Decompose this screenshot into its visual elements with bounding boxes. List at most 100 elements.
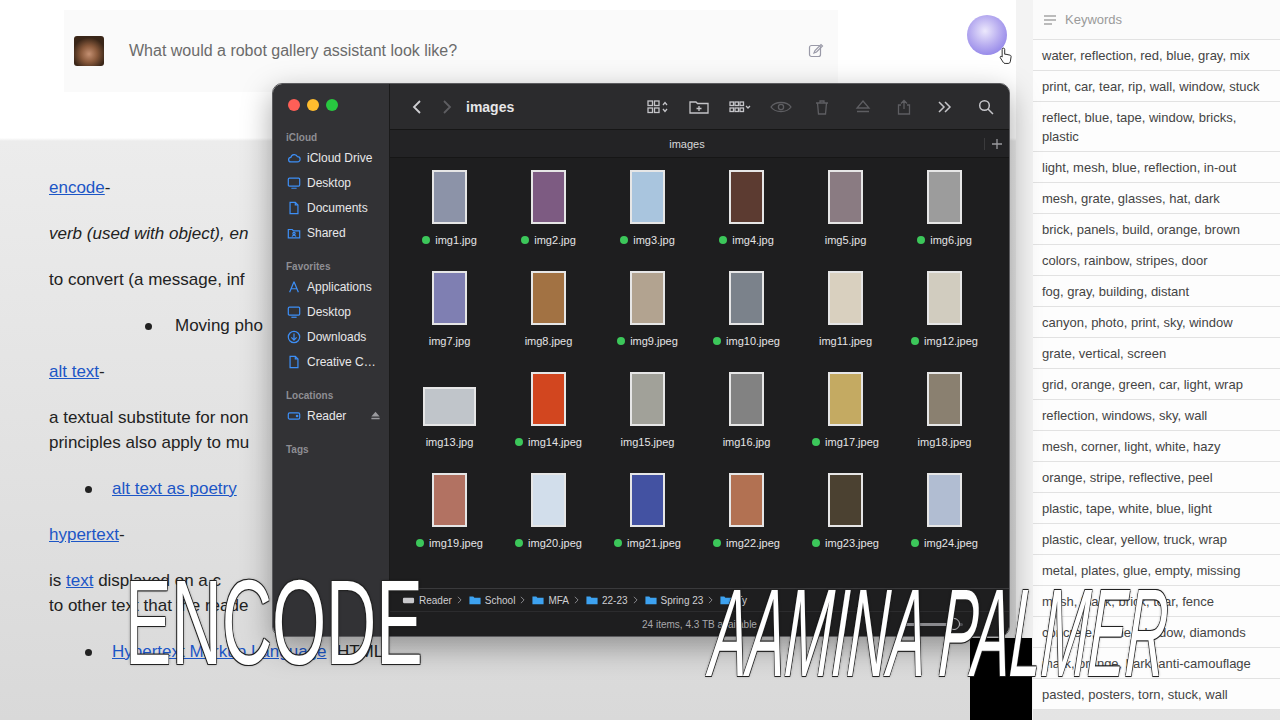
keyword-row[interactable]: light, mesh, blue, reflection, in-out (1033, 152, 1280, 183)
file-item[interactable]: img19.jpeg (400, 463, 499, 564)
file-item[interactable]: img7.jpg (400, 261, 499, 362)
file-name: img19.jpeg (429, 535, 483, 551)
photo-thumbnail (729, 170, 764, 224)
keyword-row[interactable]: plastic, clear, yellow, truck, wrap (1033, 524, 1280, 555)
folder-icon (645, 595, 657, 605)
forward-arrow-icon[interactable] (442, 99, 452, 115)
file-item[interactable]: img11.jpeg (796, 261, 895, 362)
zoom-button[interactable] (326, 99, 338, 111)
keyword-row[interactable]: mesh, grate, glasses, hat, dark (1033, 183, 1280, 214)
sidebar-item[interactable]: Documents (273, 195, 389, 220)
sidebar-item[interactable]: Shared (273, 220, 389, 245)
doc-link[interactable]: encode (49, 177, 105, 199)
chat-prompt[interactable]: What would a robot gallery assistant loo… (64, 10, 838, 92)
file-item[interactable]: img18.jpeg (895, 362, 994, 463)
file-item[interactable]: img22.jpeg (697, 463, 796, 564)
eject-icon[interactable] (852, 99, 874, 115)
file-item[interactable]: img4.jpg (697, 160, 796, 261)
keyword-row[interactable]: grate, vertical, screen (1033, 338, 1280, 369)
plus-icon[interactable] (984, 138, 1009, 150)
thumbnail-frame (729, 471, 764, 527)
file-label: img4.jpg (719, 232, 774, 248)
photo-thumbnail (423, 387, 476, 426)
finder-window[interactable]: iCloudiCloud DriveDesktopDocumentsShared… (272, 83, 1010, 637)
file-item[interactable]: img15.jpeg (598, 362, 697, 463)
file-item[interactable]: img5.jpg (796, 160, 895, 261)
more-icon[interactable] (934, 99, 956, 115)
minimize-button[interactable] (307, 99, 319, 111)
file-label: img17.jpeg (812, 434, 879, 450)
file-item[interactable]: img16.jpg (697, 362, 796, 463)
keyword-row[interactable]: mesh, corner, light, white, hazy (1033, 431, 1280, 462)
new-folder-icon[interactable] (688, 99, 710, 115)
file-item[interactable]: img2.jpg (499, 160, 598, 261)
sidebar-label: Downloads (307, 330, 381, 344)
file-label: img15.jpeg (621, 434, 675, 450)
path-item[interactable]: School (457, 595, 516, 606)
keyword-row[interactable]: water, reflection, red, blue, gray, mix (1033, 40, 1280, 71)
keyword-row[interactable]: colors, rainbow, stripes, door (1033, 245, 1280, 276)
path-item[interactable]: Spring 23 (633, 595, 704, 606)
doc-link[interactable]: alt text as poetry (112, 478, 237, 500)
file-item[interactable]: img17.jpeg (796, 362, 895, 463)
doc-link[interactable]: hypertext (49, 524, 119, 546)
doc-link[interactable]: text (66, 570, 93, 592)
file-name: img22.jpeg (726, 535, 780, 551)
file-item[interactable]: img21.jpeg (598, 463, 697, 564)
share-icon[interactable] (893, 99, 915, 115)
sidebar-item[interactable]: Applications (273, 274, 389, 299)
quick-look-icon[interactable] (770, 99, 792, 115)
keyword-row[interactable]: reflection, windows, sky, wall (1033, 400, 1280, 431)
keyword-row[interactable]: plastic, tape, white, blue, light (1033, 493, 1280, 524)
group-icon[interactable] (729, 99, 751, 115)
trash-icon[interactable] (811, 99, 833, 115)
eject-icon[interactable] (370, 410, 381, 421)
thumbnail-frame (423, 370, 476, 426)
view-grid-icon[interactable] (647, 99, 669, 115)
file-item[interactable]: img1.jpg (400, 160, 499, 261)
path-item[interactable]: MFA (520, 595, 569, 606)
tab[interactable]: images (390, 138, 984, 150)
keyword-row[interactable]: orange, stripe, reflective, peel (1033, 462, 1280, 493)
file-item[interactable]: img13.jpg (400, 362, 499, 463)
keyword-row[interactable]: canyon, photo, print, sky, window (1033, 307, 1280, 338)
file-item[interactable]: img12.jpeg (895, 261, 994, 362)
sidebar-item[interactable]: Reader (273, 403, 389, 428)
finder-main: imagesimagesimg1.jpgimg2.jpgimg3.jpgimg4… (390, 84, 1009, 636)
keyword-row[interactable]: reflect, blue, tape, window, bricks, pla… (1033, 102, 1280, 152)
assistant-orb-button[interactable] (967, 15, 1007, 55)
doc-link[interactable]: alt text (49, 361, 99, 383)
file-item[interactable]: img3.jpg (598, 160, 697, 261)
keyword-row[interactable]: print, car, tear, rip, wall, window, stu… (1033, 71, 1280, 102)
keyword-row[interactable]: grid, orange, green, car, light, wrap (1033, 369, 1280, 400)
sidebar-item[interactable]: iCloud Drive (273, 145, 389, 170)
file-item[interactable]: img20.jpeg (499, 463, 598, 564)
search-icon[interactable] (975, 99, 997, 115)
window-controls (273, 99, 389, 111)
file-item[interactable]: img6.jpg (895, 160, 994, 261)
file-item[interactable]: img10.jpeg (697, 261, 796, 362)
sidebar-item[interactable]: Desktop (273, 170, 389, 195)
keyword-row[interactable]: fog, gray, building, distant (1033, 276, 1280, 307)
path-item[interactable]: 22-23 (574, 595, 628, 606)
photo-thumbnail (927, 473, 962, 527)
edit-icon[interactable] (808, 43, 824, 59)
file-item[interactable]: img8.jpeg (499, 261, 598, 362)
doc-text: to convert (a message, inf (49, 269, 245, 291)
keyword-row[interactable]: brick, panels, build, orange, brown (1033, 214, 1280, 245)
file-item[interactable]: img24.jpeg (895, 463, 994, 564)
close-button[interactable] (288, 99, 300, 111)
chevron-icon (574, 596, 579, 604)
back-arrow-icon[interactable] (412, 99, 422, 115)
sidebar-item[interactable]: Creative C… (273, 349, 389, 374)
bullet-mark (145, 323, 152, 330)
photo-thumbnail (729, 372, 764, 426)
green-tag-dot (713, 539, 721, 547)
file-item[interactable]: img23.jpeg (796, 463, 895, 564)
file-item[interactable]: img9.jpeg (598, 261, 697, 362)
thumbnail-frame (729, 269, 764, 325)
sidebar-item[interactable]: Desktop (273, 299, 389, 324)
file-name: img1.jpg (435, 232, 477, 248)
file-item[interactable]: img14.jpeg (499, 362, 598, 463)
sidebar-item[interactable]: Downloads (273, 324, 389, 349)
